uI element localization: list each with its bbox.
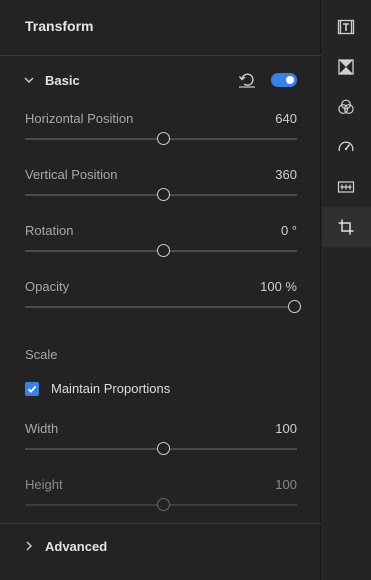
crop-transform-icon [338, 219, 354, 235]
vertical-position-value[interactable]: 360 [275, 167, 297, 182]
height-slider [25, 498, 297, 511]
height-value: 100 [275, 477, 297, 492]
color-icon [338, 99, 354, 114]
chevron-down-icon [24, 77, 34, 83]
horizontal-position-slider[interactable] [25, 132, 297, 145]
opacity-control: Opacity 100 % [25, 279, 301, 319]
height-label: Height [25, 477, 63, 492]
opacity-slider[interactable] [25, 300, 301, 313]
reset-icon[interactable] [238, 72, 256, 88]
slider-thumb [156, 498, 170, 511]
width-slider[interactable] [25, 442, 297, 455]
vertical-position-control: Vertical Position 360 [25, 167, 297, 207]
divider [0, 523, 321, 524]
checkmark-icon [27, 385, 37, 393]
opacity-value[interactable]: 100 % [260, 279, 297, 294]
rail-item-titles[interactable] [322, 7, 371, 47]
panel-title: Transform [25, 18, 94, 34]
rotation-control: Rotation 0 ° [25, 223, 297, 263]
vertical-position-label: Vertical Position [25, 167, 118, 182]
audio-track-icon [337, 181, 355, 193]
advanced-section-label: Advanced [45, 539, 108, 554]
rail-item-speed[interactable] [322, 127, 371, 167]
chevron-right-icon [26, 541, 32, 551]
slider-thumb[interactable] [156, 188, 170, 201]
slider-thumb[interactable] [156, 244, 170, 257]
vertical-position-slider[interactable] [25, 188, 297, 201]
transform-panel: Transform Basic Horizontal Position 640 … [0, 0, 321, 580]
speed-icon [338, 141, 354, 152]
maintain-proportions-checkbox[interactable] [25, 382, 39, 396]
slider-thumb[interactable] [156, 132, 170, 145]
rotation-slider[interactable] [25, 244, 297, 257]
basic-section-label: Basic [45, 73, 80, 88]
horizontal-position-control: Horizontal Position 640 [25, 111, 297, 151]
tool-rail [322, 0, 371, 580]
width-value[interactable]: 100 [275, 421, 297, 436]
maintain-proportions-label[interactable]: Maintain Proportions [51, 381, 170, 396]
titles-icon [337, 19, 355, 35]
height-control: Height 100 [25, 477, 297, 517]
horizontal-position-label: Horizontal Position [25, 111, 134, 126]
slider-thumb[interactable] [288, 300, 301, 313]
rail-item-audio-track[interactable] [322, 167, 371, 207]
slider-thumb[interactable] [156, 442, 170, 455]
opacity-label: Opacity [25, 279, 70, 294]
toggle-knob [286, 76, 294, 84]
rotation-value[interactable]: 0 ° [281, 223, 297, 238]
rail-item-transitions[interactable] [322, 47, 371, 87]
advanced-section-header[interactable]: Advanced [0, 531, 321, 561]
rail-item-crop-transform[interactable] [322, 207, 371, 247]
horizontal-position-value[interactable]: 640 [275, 111, 297, 126]
divider [0, 55, 321, 56]
scale-label: Scale [25, 347, 58, 362]
rail-item-color[interactable] [322, 87, 371, 127]
rotation-label: Rotation [25, 223, 74, 238]
basic-enable-toggle[interactable] [271, 73, 297, 87]
transitions-icon [338, 59, 354, 75]
width-label: Width [25, 421, 59, 436]
width-control: Width 100 [25, 421, 297, 461]
